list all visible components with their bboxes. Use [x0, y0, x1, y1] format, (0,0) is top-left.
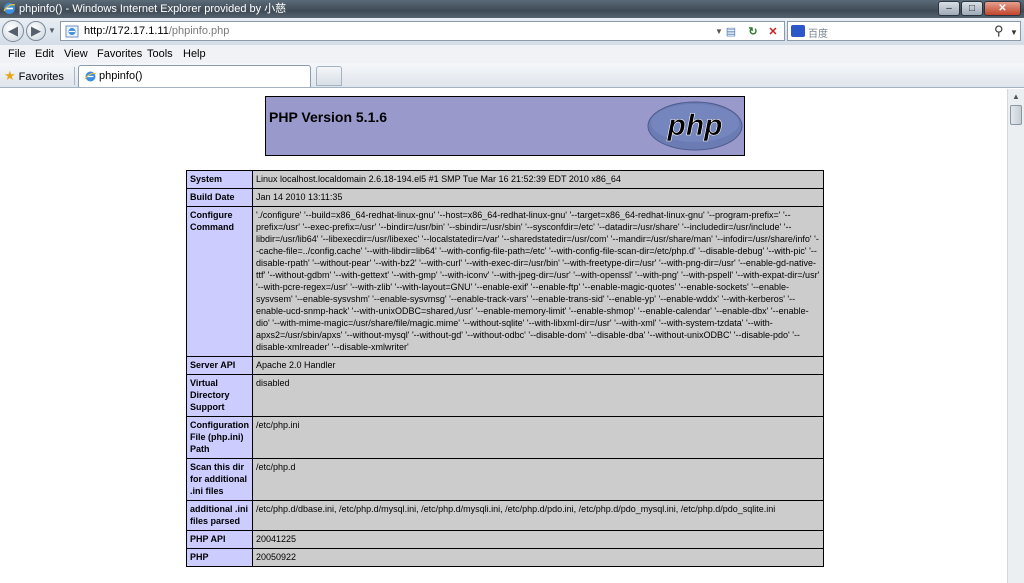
star-icon: ★ — [4, 68, 16, 83]
row-value: 20041225 — [252, 530, 824, 549]
row-value: /etc/php.d/dbase.ini, /etc/php.d/mysql.i… — [252, 500, 824, 531]
row-value: Jan 14 2010 13:11:35 — [252, 188, 824, 207]
forward-arrow-icon: ▶ — [31, 23, 41, 38]
php-logo-text: php — [667, 109, 723, 142]
scroll-up-arrow-icon[interactable]: ▲ — [1009, 90, 1023, 104]
menu-bar: File Edit View Favorites Tools Help — [0, 45, 1024, 63]
row-value: /etc/php.ini — [252, 416, 824, 459]
divider — [74, 67, 75, 85]
row-label: Virtual Directory Support — [186, 374, 253, 417]
row-label: PHP — [186, 548, 253, 567]
search-box[interactable]: 百度 ⚲ ▼ — [787, 21, 1021, 41]
menu-view[interactable]: View — [64, 45, 88, 63]
page-viewport: PHP Version 5.1.6 php System Linux local… — [0, 89, 1007, 583]
back-button[interactable]: ◀ — [2, 20, 24, 42]
row-label: Server API — [186, 356, 253, 375]
vertical-scrollbar[interactable]: ▲ — [1007, 89, 1024, 583]
ie-logo-icon — [3, 3, 16, 14]
search-options-dropdown-icon[interactable]: ▼ — [1010, 28, 1018, 37]
maximize-button[interactable]: □ — [961, 1, 983, 16]
refresh-icon[interactable]: ↻ — [745, 25, 761, 39]
ie-page-icon — [65, 25, 79, 38]
stop-icon[interactable]: ✕ — [765, 25, 781, 39]
address-url[interactable]: http://172.17.1.11/phpinfo.php — [84, 25, 229, 37]
phpinfo-table: System Linux localhost.localdomain 2.6.1… — [186, 170, 824, 567]
menu-favorites[interactable]: Favorites — [97, 45, 142, 63]
minimize-button[interactable]: – — [938, 1, 960, 16]
scroll-thumb[interactable] — [1010, 105, 1022, 125]
row-value: disabled — [252, 374, 824, 417]
favorites-label: Favorites — [18, 71, 64, 83]
table-row: Configuration File (php.ini) Path /etc/p… — [186, 416, 824, 459]
row-label: System — [186, 170, 253, 189]
favorites-bar: ★ Favorites phpinfo() — [0, 63, 1024, 88]
row-label: Configure Command — [186, 206, 253, 357]
forward-button[interactable]: ▶ — [26, 21, 46, 41]
tab-label: phpinfo() — [99, 70, 143, 82]
php-logo: php — [647, 101, 743, 151]
search-provider-icon — [791, 25, 805, 37]
table-row: Configure Command './configure' '--build… — [186, 206, 824, 357]
new-tab-button[interactable] — [316, 66, 342, 86]
ie-page-icon — [84, 71, 97, 82]
row-value: Apache 2.0 Handler — [252, 356, 824, 375]
row-label: additional .ini files parsed — [186, 500, 253, 531]
table-row: Virtual Directory Support disabled — [186, 374, 824, 417]
favorites-button[interactable]: ★ Favorites — [4, 67, 64, 84]
row-value: 20050922 — [252, 548, 824, 567]
row-label: Scan this dir for additional .ini files — [186, 458, 253, 501]
close-window-button[interactable]: ✕ — [984, 1, 1021, 16]
compatibility-view-icon[interactable]: ▤ — [723, 25, 739, 39]
row-value: Linux localhost.localdomain 2.6.18-194.e… — [252, 170, 824, 189]
window-title: phpinfo() - Windows Internet Explorer pr… — [19, 3, 287, 15]
php-version-header: PHP Version 5.1.6 php — [265, 96, 745, 156]
row-value: /etc/php.d — [252, 458, 824, 501]
row-value: './configure' '--build=x86_64-redhat-lin… — [252, 206, 824, 357]
table-row: System Linux localhost.localdomain 2.6.1… — [186, 170, 824, 189]
table-row: PHP 20050922 — [186, 548, 824, 567]
url-path: /phpinfo.php — [168, 25, 230, 37]
url-host: http://172.17.1.11 — [84, 25, 169, 37]
menu-file[interactable]: File — [8, 45, 26, 63]
table-row: Build Date Jan 14 2010 13:11:35 — [186, 188, 824, 207]
table-row: Server API Apache 2.0 Handler — [186, 356, 824, 375]
search-input[interactable]: 百度 — [808, 25, 828, 40]
row-label: PHP API — [186, 530, 253, 549]
tab-phpinfo[interactable]: phpinfo() — [78, 65, 311, 87]
table-row: additional .ini files parsed /etc/php.d/… — [186, 500, 824, 531]
page-title: PHP Version 5.1.6 — [269, 109, 388, 125]
back-arrow-icon: ◀ — [8, 23, 18, 38]
row-label: Configuration File (php.ini) Path — [186, 416, 253, 459]
window-titlebar: phpinfo() - Windows Internet Explorer pr… — [0, 0, 1024, 18]
table-row: Scan this dir for additional .ini files … — [186, 458, 824, 501]
magnifier-icon[interactable]: ⚲ — [994, 23, 1004, 39]
row-label: Build Date — [186, 188, 253, 207]
table-row: PHP API 20041225 — [186, 530, 824, 549]
menu-tools[interactable]: Tools — [147, 45, 173, 63]
menu-edit[interactable]: Edit — [35, 45, 54, 63]
menu-help[interactable]: Help — [183, 45, 206, 63]
navigation-bar: ◀ ▶ ▼ http://172.17.1.11/phpinfo.php ▼ ▤… — [0, 18, 1024, 45]
address-bar[interactable]: http://172.17.1.11/phpinfo.php ▼ ▤ ↻ ✕ — [60, 21, 785, 41]
history-dropdown-icon[interactable]: ▼ — [48, 26, 56, 35]
